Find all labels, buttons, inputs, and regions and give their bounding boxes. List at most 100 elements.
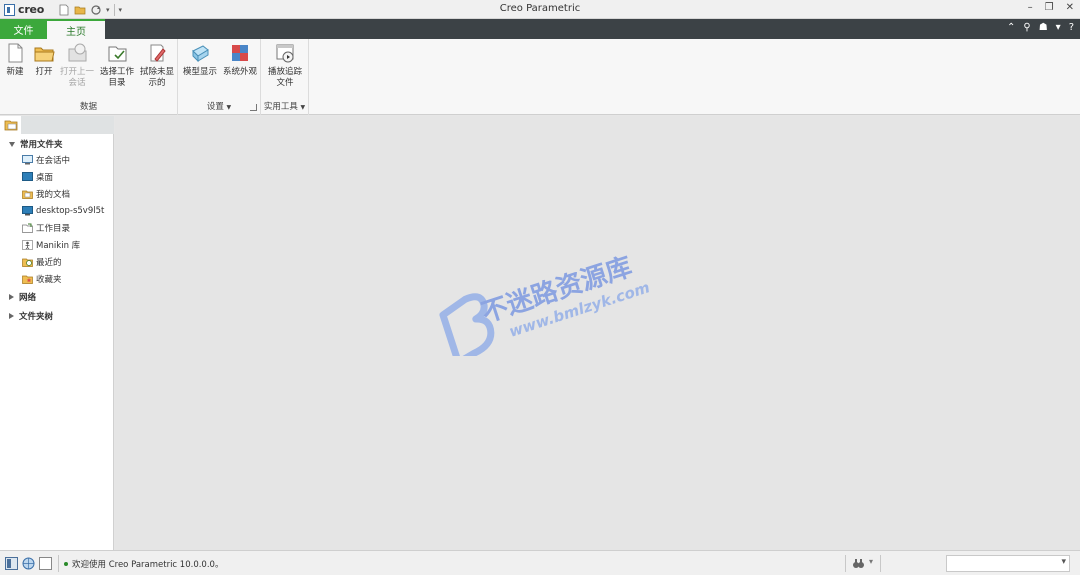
toggle-navigator-icon[interactable]	[5, 557, 18, 570]
tab-file[interactable]: 文件	[0, 19, 47, 39]
utilities-dropdown-icon: ▼	[300, 104, 306, 111]
play-trail-file-icon	[276, 44, 294, 63]
ribbon-group-settings: 模型显示 系统外观 设置 ▼	[178, 39, 261, 115]
open-button[interactable]: 打开	[30, 42, 58, 78]
ribbon-group-utilities: 播放追踪 文件 实用工具 ▼	[261, 39, 309, 115]
open-last-session-icon	[68, 43, 87, 62]
status-message: 欢迎使用 Creo Parametric 10.0.0.0。	[72, 560, 224, 570]
tree-item-recent[interactable]: 最近的	[22, 255, 62, 269]
navigator-header-bar	[21, 116, 114, 134]
play-trail-file-label-1: 播放追踪	[267, 67, 302, 77]
expand-right-icon[interactable]	[9, 294, 14, 300]
common-folders-label: 常用文件夹	[20, 140, 63, 150]
session-icon	[22, 155, 33, 165]
group-label-utilities[interactable]: 实用工具 ▼	[261, 100, 308, 112]
navigator-header	[0, 116, 114, 134]
navigator-panel: 常用文件夹 在会话中 桌面 我的文档 desktop-s5v9l5t 工作目录 …	[0, 116, 114, 550]
model-display-label: 模型显示	[182, 67, 217, 77]
open-last-session-label-1: 打开上一	[59, 67, 94, 77]
select-working-directory-label-1: 选择工作	[99, 67, 134, 77]
expand-right-icon[interactable]	[9, 313, 14, 319]
restore-icon[interactable]: ❐	[1045, 2, 1054, 13]
erase-not-displayed-label-1: 拭除未显	[139, 67, 174, 77]
status-separator	[845, 555, 846, 572]
tree-section-network[interactable]: 网络	[9, 291, 36, 303]
erase-not-displayed-button[interactable]: 拭除未显 示的	[138, 42, 176, 89]
tree-item-computer[interactable]: desktop-s5v9l5t	[22, 204, 104, 218]
group-label-utilities-text: 实用工具	[263, 102, 298, 112]
tree-item-favorites[interactable]: 收藏夹	[22, 272, 62, 286]
settings-dropdown-icon: ▼	[226, 104, 232, 111]
tree-item-in-session[interactable]: 在会话中	[22, 153, 70, 167]
open-button-label: 打开	[35, 67, 53, 77]
play-trail-file-label-2: 文件	[276, 78, 294, 88]
erase-not-displayed-icon	[150, 44, 166, 62]
tree-item-label: 在会话中	[36, 156, 71, 166]
folder-tree-label: 文件夹树	[19, 312, 54, 322]
status-separator	[58, 555, 59, 572]
ribbon-utility-icons: ⌃ ⚲ ☗ ▾ ?	[1007, 22, 1074, 33]
window-title: Creo Parametric	[499, 3, 581, 14]
tree-item-manikin-library[interactable]: Manikin 库	[22, 238, 80, 252]
tree-item-label: 工作目录	[36, 224, 71, 234]
tree-item-label: 我的文档	[36, 190, 71, 200]
tree-item-label: 最近的	[36, 258, 62, 268]
message-area: 欢迎使用 Creo Parametric 10.0.0.0。	[64, 558, 223, 570]
tree-item-label: 收藏夹	[36, 275, 62, 285]
open-folder-icon	[34, 47, 55, 62]
open-last-session-button[interactable]: 打开上一 会话	[59, 42, 95, 89]
system-appearance-button[interactable]: 系统外观	[221, 42, 259, 78]
model-display-icon	[192, 45, 209, 63]
minimize-icon[interactable]: –	[1028, 2, 1033, 13]
tree-item-label: Manikin 库	[36, 241, 81, 251]
play-trail-file-button[interactable]: 播放追踪 文件	[265, 42, 305, 89]
group-label-settings[interactable]: 设置 ▼	[178, 100, 260, 112]
select-working-directory-icon	[108, 46, 127, 62]
expand-down-icon[interactable]	[9, 141, 15, 147]
find-dropdown-icon[interactable]: ▾	[869, 557, 873, 566]
search-icon[interactable]: ⚲	[1023, 22, 1030, 33]
close-icon[interactable]: ✕	[1066, 2, 1074, 13]
tree-item-label: 桌面	[36, 173, 54, 183]
toggle-browser-icon[interactable]	[22, 557, 35, 570]
selection-filter-dropdown[interactable]	[946, 555, 1070, 572]
recent-icon	[22, 258, 33, 267]
new-button[interactable]: 新建	[2, 42, 28, 78]
documents-icon	[22, 190, 33, 199]
select-working-directory-button[interactable]: 选择工作 目录	[98, 42, 136, 89]
settings-dialog-launcher-icon[interactable]	[250, 104, 257, 111]
status-bar: 欢迎使用 Creo Parametric 10.0.0.0。 ▾	[0, 550, 1080, 575]
watermark: 不迷路资源库 www.bmlzyk.com	[439, 251, 652, 356]
find-icon[interactable]	[852, 557, 865, 570]
tree-item-my-documents[interactable]: 我的文档	[22, 187, 70, 201]
system-appearance-icon	[232, 45, 248, 61]
working-directory-icon	[22, 223, 33, 233]
window-controls: – ❐ ✕	[1028, 2, 1074, 13]
tree-section-folder-tree[interactable]: 文件夹树	[9, 310, 53, 322]
manikin-icon	[22, 240, 33, 250]
collapse-ribbon-icon[interactable]: ⌃	[1007, 22, 1015, 33]
favorites-icon	[22, 275, 33, 284]
title-bar: creo ▾ ▾ Creo Parametric – ❐ ✕	[0, 0, 1080, 19]
help-icon[interactable]: ?	[1069, 22, 1074, 33]
tree-section-common-folders[interactable]: 常用文件夹	[9, 138, 63, 150]
learning-icon[interactable]: ☗	[1039, 22, 1048, 33]
tab-home[interactable]: 主页	[47, 19, 105, 39]
model-display-button[interactable]: 模型显示	[181, 42, 219, 78]
tree-item-working-directory[interactable]: 工作目录	[22, 221, 70, 235]
network-label: 网络	[19, 293, 37, 303]
erase-not-displayed-label-2: 示的	[148, 78, 166, 88]
ribbon-group-data: 新建 打开 打开上一 会话 选择工作 目录 拭除未显 示的 数据	[0, 39, 178, 115]
toggle-full-screen-icon[interactable]	[39, 557, 52, 570]
tree-item-desktop[interactable]: 桌面	[22, 170, 53, 184]
message-bullet-icon	[64, 562, 68, 566]
desktop-icon	[22, 172, 33, 181]
graphics-area[interactable]: 不迷路资源库 www.bmlzyk.com	[115, 116, 1080, 550]
folder-browser-tab-icon[interactable]	[3, 118, 19, 132]
computer-icon	[22, 206, 33, 216]
learning-dropdown-icon[interactable]: ▾	[1056, 22, 1061, 33]
group-label-settings-text: 设置	[206, 102, 224, 112]
status-separator	[880, 555, 881, 572]
group-label-data: 数据	[79, 102, 97, 112]
open-last-session-label-2: 会话	[68, 78, 86, 88]
